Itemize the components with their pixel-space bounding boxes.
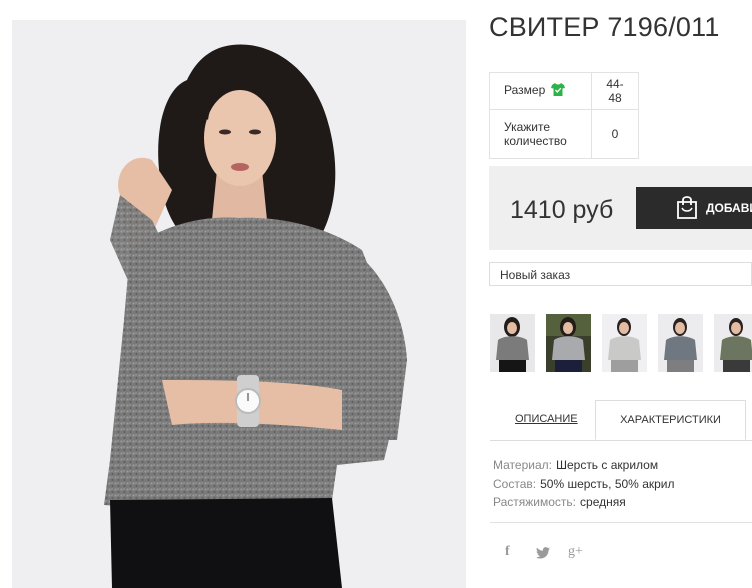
product-photo[interactable] (12, 20, 466, 588)
properties-list: Материал: Шерсть с акрилом Состав: 50% шер… (493, 456, 675, 512)
add-to-cart-label: ДОБАВИ (706, 201, 752, 215)
quantity-input[interactable]: 0 (591, 109, 639, 159)
property-value: Шерсть с акрилом (555, 458, 659, 472)
thumbnail-1[interactable] (490, 314, 535, 372)
product-photo-illustration (104, 44, 407, 588)
price: 1410 руб (510, 196, 614, 224)
property-key: Растяжимость: (493, 495, 577, 509)
tshirt-icon[interactable] (551, 83, 566, 99)
twitter-icon[interactable] (536, 546, 550, 562)
googleplus-icon[interactable]: g+ (568, 544, 583, 560)
quantity-label-cell: Укажите количество (489, 109, 592, 159)
product-title: СВИТЕР 7196/011 (489, 12, 720, 42)
quantity-row: Укажите количество 0 (489, 109, 639, 159)
tab-description[interactable]: ОПИСАНИЕ (515, 413, 578, 425)
property-key: Состав: (493, 476, 537, 491)
properties-divider (490, 522, 752, 523)
thumbnail-3[interactable] (602, 314, 647, 372)
tab-characteristics[interactable]: ХАРАКТЕРИСТИКИ (595, 400, 746, 440)
facebook-icon[interactable]: f (505, 544, 510, 560)
property-row: Растяжимость: средняя (493, 493, 675, 512)
add-to-cart-button[interactable]: ДОБАВИ (636, 187, 752, 229)
quantity-label-line1: Укажите (504, 120, 551, 134)
size-label-cell: Размер (489, 72, 592, 110)
property-key: Материал: (493, 458, 552, 472)
spec-table: Размер 44-48 Укажите количество 0 (489, 72, 639, 159)
size-label: Размер (504, 83, 546, 98)
buy-box: 1410 руб ДОБАВИ (489, 166, 752, 250)
thumbnail-4[interactable] (658, 314, 703, 372)
size-value[interactable]: 44-48 (591, 72, 639, 110)
property-row: Материал: Шерсть с акрилом (493, 456, 675, 475)
order-select[interactable]: Новый заказ (489, 262, 752, 286)
property-value: 50% шерсть, 50% акрил (540, 476, 675, 491)
property-value: средняя (580, 495, 626, 509)
property-row: Состав: 50% шерсть, 50% акрил (493, 475, 675, 494)
thumbnail-5[interactable] (714, 314, 752, 372)
thumbnail-2[interactable] (546, 314, 591, 372)
quantity-label-line2: количество (504, 134, 567, 148)
size-row: Размер 44-48 (489, 72, 639, 110)
shopping-bag-icon (676, 195, 698, 222)
tabs-divider (490, 440, 752, 441)
